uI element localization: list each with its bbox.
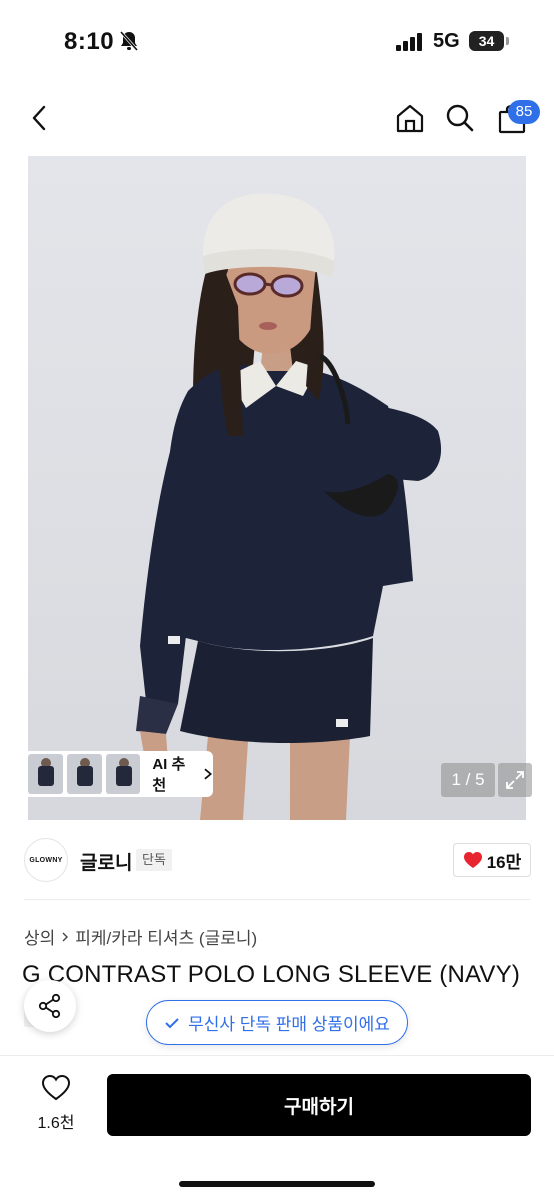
ai-recommend-button[interactable]: AI 추천	[152, 753, 213, 795]
buy-button[interactable]: 구매하기	[107, 1074, 531, 1136]
breadcrumb-item-subcategory[interactable]: 피케/카라 티셔츠 (글로니)	[75, 924, 257, 949]
status-time: 8:10	[64, 28, 115, 55]
brand-like-count: 16만	[486, 852, 522, 872]
chevron-right-icon	[204, 768, 213, 780]
product-photo-illustration	[136, 193, 442, 820]
exclusive-toast: 무신사 단독 판매 상품이에요	[146, 1000, 408, 1045]
wishlist-button[interactable]: 1.6천	[28, 1074, 84, 1133]
check-icon	[165, 1017, 179, 1028]
wishlist-count: 1.6천	[37, 1115, 75, 1132]
network-type: 5G	[433, 30, 460, 52]
exclusive-badge: 단독	[136, 849, 172, 871]
battery-level: 34	[469, 31, 504, 51]
breadcrumb: 상의 피케/카라 티셔츠 (글로니)	[24, 924, 257, 949]
back-button[interactable]	[22, 100, 58, 136]
image-pager: 1 / 5	[441, 763, 495, 797]
bottom-action-bar: 1.6천 구매하기	[0, 1055, 554, 1200]
top-nav	[0, 90, 554, 150]
share-icon	[38, 993, 61, 1019]
home-icon	[396, 104, 424, 133]
home-indicator	[179, 1181, 375, 1187]
brand-row: GLOWNY 글로니 단독 16만	[0, 830, 554, 900]
divider	[24, 899, 530, 900]
battery-icon: 34	[469, 31, 509, 51]
expand-button[interactable]	[498, 763, 532, 797]
thumbnail-2[interactable]	[66, 754, 102, 794]
toast-text: 무신사 단독 판매 상품이에요	[188, 1015, 390, 1034]
chevron-right-icon	[62, 932, 69, 941]
heart-filled-icon	[463, 852, 482, 868]
breadcrumb-item-category[interactable]: 상의	[24, 924, 55, 949]
thumbnail-3[interactable]	[105, 754, 141, 794]
product-title: G CONTRAST POLO LONG SLEEVE (NAVY)	[22, 961, 521, 988]
heart-outline-icon	[41, 1074, 71, 1101]
thumbnail-1[interactable]	[28, 754, 63, 794]
brand-like-button[interactable]: 16만	[453, 843, 531, 877]
bell-off-icon	[119, 31, 139, 51]
search-icon	[446, 104, 474, 132]
ai-recommend-label: AI 추천	[152, 756, 186, 794]
brand-logo[interactable]: GLOWNY	[24, 838, 68, 882]
brand-name[interactable]: 글로니	[80, 848, 132, 875]
expand-icon	[506, 771, 524, 789]
product-image[interactable]	[28, 156, 526, 820]
search-button[interactable]	[442, 100, 478, 136]
status-bar: 8:10 5G 34	[0, 0, 554, 82]
home-button[interactable]	[392, 100, 428, 136]
thumbnail-strip[interactable]: AI 추천	[24, 751, 213, 797]
signal-icon	[396, 33, 422, 51]
share-button[interactable]	[24, 980, 76, 1032]
chevron-left-icon	[32, 105, 46, 131]
cart-count-badge: 85	[508, 100, 540, 124]
